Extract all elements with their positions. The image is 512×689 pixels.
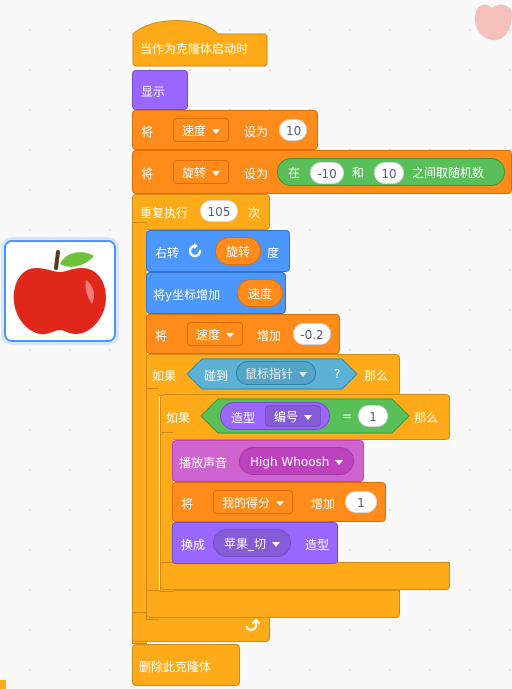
rotate-reporter[interactable]: 旋转 (215, 237, 262, 265)
sprite-thumbnail[interactable] (4, 240, 116, 342)
change-speed-prefix: 将 (155, 329, 168, 343)
chevron-down-icon (304, 415, 313, 420)
delete-clone-block[interactable]: 删除此克隆体 (132, 644, 240, 686)
speed-variable-label: 速度 (182, 124, 207, 138)
score-variable-dropdown[interactable]: 我的得分 (213, 490, 294, 514)
apple-corner-icon (474, 4, 512, 41)
change-score-block[interactable]: 将 我的得分 增加 1 (172, 482, 386, 522)
speed-value-input[interactable]: 10 (279, 119, 307, 141)
costume-reporter[interactable]: 造型 编号 (220, 402, 330, 430)
set-rotate-mid: 设为 (244, 167, 269, 181)
touching-label: 碰到 (204, 369, 229, 383)
workspace-edge (0, 680, 6, 689)
repeat-suffix: 次 (248, 206, 261, 220)
set-rotate-block[interactable]: 将 旋转 设为 在 -10 和 10 之间取随机数 (132, 150, 512, 194)
touching-question: ? (334, 367, 341, 381)
random-prefix: 在 (288, 166, 301, 180)
if-costume-footer (160, 562, 450, 590)
random-suffix: 之间取随机数 (412, 166, 485, 180)
costume-dropdown[interactable]: 苹果_切 (213, 529, 292, 557)
score-variable-label: 我的得分 (222, 496, 271, 510)
if-touching-then: 那么 (364, 369, 389, 383)
set-rotate-prefix: 将 (141, 167, 154, 181)
change-speed-mid: 增加 (257, 329, 282, 343)
score-change-input[interactable]: 1 (345, 491, 377, 513)
switch-costume-label: 换成 (181, 538, 206, 552)
chevron-down-icon (212, 129, 221, 134)
show-label: 显示 (141, 85, 166, 99)
chevron-down-icon (335, 460, 344, 465)
speed-change-dropdown[interactable]: 速度 (187, 322, 244, 346)
play-sound-block[interactable]: 播放声音 High Whoosh (172, 440, 364, 482)
costume-label: 苹果_切 (224, 537, 267, 551)
play-sound-label: 播放声音 (179, 456, 228, 470)
random-to-input[interactable]: 10 (374, 162, 404, 184)
hat-label: 当作为克隆体启动时 (140, 42, 249, 56)
change-speed-block[interactable]: 将 速度 增加 -0.2 (146, 314, 340, 354)
loop-arrow-icon (245, 618, 260, 631)
speed-reporter[interactable]: 速度 (237, 279, 284, 307)
random-from-input[interactable]: -10 (310, 162, 344, 184)
show-block[interactable]: 显示 (132, 70, 188, 110)
turn-right-label: 右转 (155, 246, 180, 260)
repeat-count-input[interactable]: 105 (200, 200, 238, 222)
rotate-variable-label: 旋转 (182, 166, 207, 180)
change-score-mid: 增加 (311, 497, 336, 511)
apple-icon (13, 250, 107, 335)
delete-clone-label: 删除此克隆体 (139, 660, 212, 674)
chevron-down-icon (272, 542, 281, 547)
rotate-right-icon (188, 243, 202, 258)
sound-dropdown[interactable]: High Whoosh (239, 447, 355, 475)
switch-costume-block[interactable]: 换成 苹果_切 造型 (172, 522, 338, 564)
if-touching-arm (146, 388, 159, 620)
if-touching-footer (146, 590, 400, 618)
costume-reporter-label: 造型 (231, 411, 256, 425)
touch-target-label: 鼠标指针 (245, 367, 294, 381)
turn-right-block[interactable]: 右转 旋转 度 (146, 230, 290, 272)
costume-number-input[interactable]: 1 (358, 405, 388, 427)
repeat-label: 重复执行 (140, 206, 189, 220)
if-touching-label: 如果 (152, 369, 177, 383)
change-score-prefix: 将 (181, 497, 194, 511)
touch-target-dropdown[interactable]: 鼠标指针 (236, 361, 317, 385)
costume-option-dropdown[interactable]: 编号 (265, 405, 322, 427)
chevron-down-icon (299, 372, 308, 377)
repeat-arm (132, 222, 147, 644)
rotate-variable-dropdown[interactable]: 旋转 (173, 160, 230, 184)
random-operator[interactable]: 在 -10 和 10 之间取随机数 (277, 158, 505, 186)
sound-label: High Whoosh (250, 455, 330, 469)
set-speed-block[interactable]: 将 速度 设为 10 (132, 110, 318, 150)
equals-sign: = (342, 409, 353, 423)
change-y-label: 将y坐标增加 (153, 288, 221, 302)
chevron-down-icon (276, 501, 285, 506)
set-speed-prefix: 将 (141, 125, 154, 139)
change-y-block[interactable]: 将y坐标增加 速度 (146, 272, 286, 314)
speed-change-input[interactable]: -0.2 (293, 323, 331, 345)
chevron-down-icon (226, 333, 235, 338)
set-speed-mid: 设为 (244, 125, 269, 139)
switch-costume-suffix: 造型 (305, 538, 330, 552)
chevron-down-icon (212, 171, 221, 176)
speed-change-label: 速度 (196, 328, 221, 342)
speed-variable-dropdown[interactable]: 速度 (173, 118, 230, 142)
when-clone-starts-hat[interactable]: 当作为克隆体启动时 (132, 14, 268, 68)
if-costume-then: 那么 (414, 411, 439, 425)
random-mid: 和 (352, 166, 365, 180)
if-costume-label: 如果 (166, 411, 191, 425)
costume-option-label: 编号 (274, 410, 299, 424)
turn-right-suffix: 度 (267, 246, 280, 260)
